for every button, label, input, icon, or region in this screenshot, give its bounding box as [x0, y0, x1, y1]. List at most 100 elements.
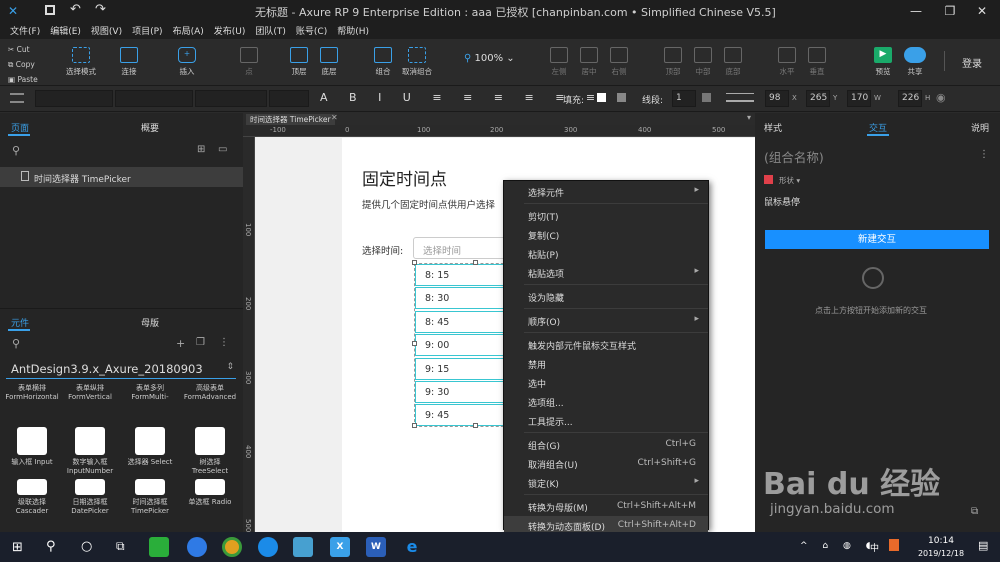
context-menu-item[interactable]: 禁用 [504, 354, 708, 373]
selection-handle[interactable] [412, 341, 417, 346]
context-menu-item[interactable]: 剪切(T) [504, 206, 708, 225]
tab-pages[interactable]: 页面 [11, 121, 29, 134]
maximize-button[interactable]: ❐ [942, 3, 958, 19]
library-select[interactable]: AntDesign3.9.x_Axure_20180903 ⇕ [6, 359, 236, 379]
top-layer-button[interactable]: 顶层 [290, 47, 308, 77]
clock-time[interactable]: 10:14 [921, 536, 961, 546]
browser-icon[interactable] [258, 537, 278, 557]
widget-item[interactable]: 表单多列 FormMulti- [122, 383, 178, 429]
selection-handle[interactable] [412, 423, 417, 428]
feishu-icon[interactable] [187, 537, 207, 557]
select-mode-button[interactable]: 选择模式 [66, 47, 96, 77]
ungroup-button[interactable]: 取消组合 [402, 47, 432, 77]
selection-handle[interactable] [412, 260, 417, 265]
add-page-icon[interactable]: ⊞ [197, 144, 205, 155]
notepad-icon[interactable] [293, 537, 313, 557]
text-format-icons[interactable]: A B I U ≡ ≡ ≡ ≡ ≡ ≡ [320, 91, 604, 104]
library-options-icon[interactable]: ❐ [196, 337, 205, 348]
collapse-panel-icon[interactable]: ⧉ [971, 506, 978, 517]
time-option[interactable]: 9: 15 [415, 357, 509, 380]
h-input[interactable]: 226 [898, 90, 922, 107]
context-menu-item[interactable]: 设为隐藏 [504, 287, 708, 306]
align-right-button[interactable]: 右侧 [610, 47, 628, 77]
widget-item[interactable]: 日期选择框 DatePicker [62, 479, 118, 525]
menu-account[interactable]: 账号(C) [296, 24, 327, 37]
windows-start-icon[interactable]: ⊞ [12, 541, 23, 554]
wechat-icon[interactable] [149, 537, 169, 557]
tab-masters[interactable]: 母版 [141, 316, 159, 329]
context-menu-item[interactable]: 转换为母版(M) Ctrl+Shift+Alt+M [504, 497, 708, 516]
context-menu-item[interactable]: 工具提示... [504, 411, 708, 430]
tab-notes[interactable]: 说明 [971, 121, 989, 134]
fill-color-swatch[interactable] [597, 93, 606, 102]
undo-icon[interactable]: ↶ [70, 2, 81, 17]
context-menu-item[interactable]: 选项组... [504, 392, 708, 411]
widget-item[interactable]: 高级表单 FormAdvanced [182, 383, 238, 429]
tab-outline[interactable]: 概要 [141, 121, 159, 134]
line-color-swatch[interactable] [702, 93, 711, 102]
ime-indicator[interactable]: 中 [870, 541, 879, 554]
time-option[interactable]: 8: 30 [415, 287, 509, 310]
widget-item[interactable]: 级联选择 Cascader [4, 479, 60, 525]
time-option[interactable]: 9: 30 [415, 381, 509, 403]
cut-button[interactable]: ✂ Cut [8, 42, 38, 57]
chrome-icon[interactable] [222, 537, 242, 557]
canvas-tab[interactable]: 时间选择器 TimePicker [246, 114, 335, 125]
widget-item[interactable]: 选择器 Select [122, 427, 178, 473]
menu-project[interactable]: 项目(P) [132, 24, 162, 37]
widget-item[interactable]: 单选框 Radio [182, 479, 238, 525]
bottom-layer-button[interactable]: 底层 [320, 47, 338, 77]
search-icon[interactable]: ⚲ [12, 144, 20, 157]
context-menu-item[interactable]: 复制(C) [504, 225, 708, 244]
menu-help[interactable]: 帮助(H) [337, 24, 369, 37]
widget-item[interactable]: 表单横排 FormHorizontal [4, 383, 60, 429]
connect-button[interactable]: 连接 [120, 47, 138, 77]
point-button[interactable]: 点 [240, 47, 258, 77]
context-menu-item[interactable]: 粘贴选项 ▸ [504, 263, 708, 282]
word-icon[interactable]: W [366, 537, 386, 557]
paste-button[interactable]: ▣ Paste [8, 72, 38, 87]
zoom-select[interactable]: ⚲ 100% ⌄ [464, 53, 515, 64]
distribute-vertical-button[interactable]: 垂直 [808, 47, 826, 77]
time-option[interactable]: 9: 00 [415, 334, 509, 357]
visibility-eye-icon[interactable]: ◉ [936, 91, 946, 104]
new-interaction-button[interactable]: 新建交互 [765, 230, 989, 249]
sogou-icon[interactable] [889, 539, 899, 551]
system-tray-icons[interactable]: ^ ⌂ ◍ ◖ [800, 541, 876, 551]
menu-view[interactable]: 视图(V) [91, 24, 122, 37]
cortana-icon[interactable]: ○ [81, 539, 92, 554]
line-style-icon[interactable] [726, 93, 754, 102]
shape-select[interactable]: 形状 ▾ [779, 175, 800, 186]
share-button[interactable]: 共享 [904, 47, 926, 77]
shadow-swatch[interactable] [617, 93, 626, 102]
widget-search-icon[interactable]: ⚲ [12, 337, 20, 350]
context-menu-item[interactable]: 锁定(K) ▸ [504, 473, 708, 492]
line-width-input[interactable]: 1 [672, 90, 696, 107]
menu-layout[interactable]: 布局(A) [173, 24, 204, 37]
tab-dropdown-icon[interactable]: ▾ [747, 113, 751, 122]
preview-button[interactable]: ▶ 预览 [874, 47, 892, 77]
distribute-horizontal-button[interactable]: 水平 [778, 47, 796, 77]
mouse-hover-tab[interactable]: 鼠标悬停 [764, 195, 800, 208]
save-icon[interactable] [45, 5, 55, 15]
context-menu-item[interactable]: 选中 [504, 373, 708, 392]
redo-icon[interactable]: ↷ [95, 2, 106, 17]
context-menu-item[interactable]: 取消组合(U) Ctrl+Shift+G [504, 454, 708, 473]
context-menu-item[interactable]: 选择元件 ▸ [504, 182, 708, 201]
w-input[interactable]: 170 [847, 90, 871, 107]
context-menu-item[interactable]: 顺序(O) ▸ [504, 311, 708, 330]
font-weight-select[interactable] [195, 90, 267, 107]
menu-file[interactable]: 文件(F) [10, 24, 40, 37]
y-input[interactable]: 265 [806, 90, 830, 107]
search-taskbar-icon[interactable]: ⚲ [46, 539, 56, 554]
add-library-icon[interactable]: + [176, 337, 185, 350]
style-select[interactable] [35, 90, 113, 107]
group-name-field[interactable]: (组合名称) [764, 147, 824, 166]
align-center-button[interactable]: 居中 [580, 47, 598, 77]
x-input[interactable]: 98 [765, 90, 789, 107]
copy-button[interactable]: ⧉ Copy [8, 57, 38, 72]
more-options-icon[interactable]: ⋮ [219, 337, 229, 348]
insert-button[interactable]: + 插入 [178, 47, 196, 77]
context-menu-item[interactable]: 粘贴(P) [504, 244, 708, 263]
close-tab-icon[interactable]: ✕ [331, 113, 338, 122]
